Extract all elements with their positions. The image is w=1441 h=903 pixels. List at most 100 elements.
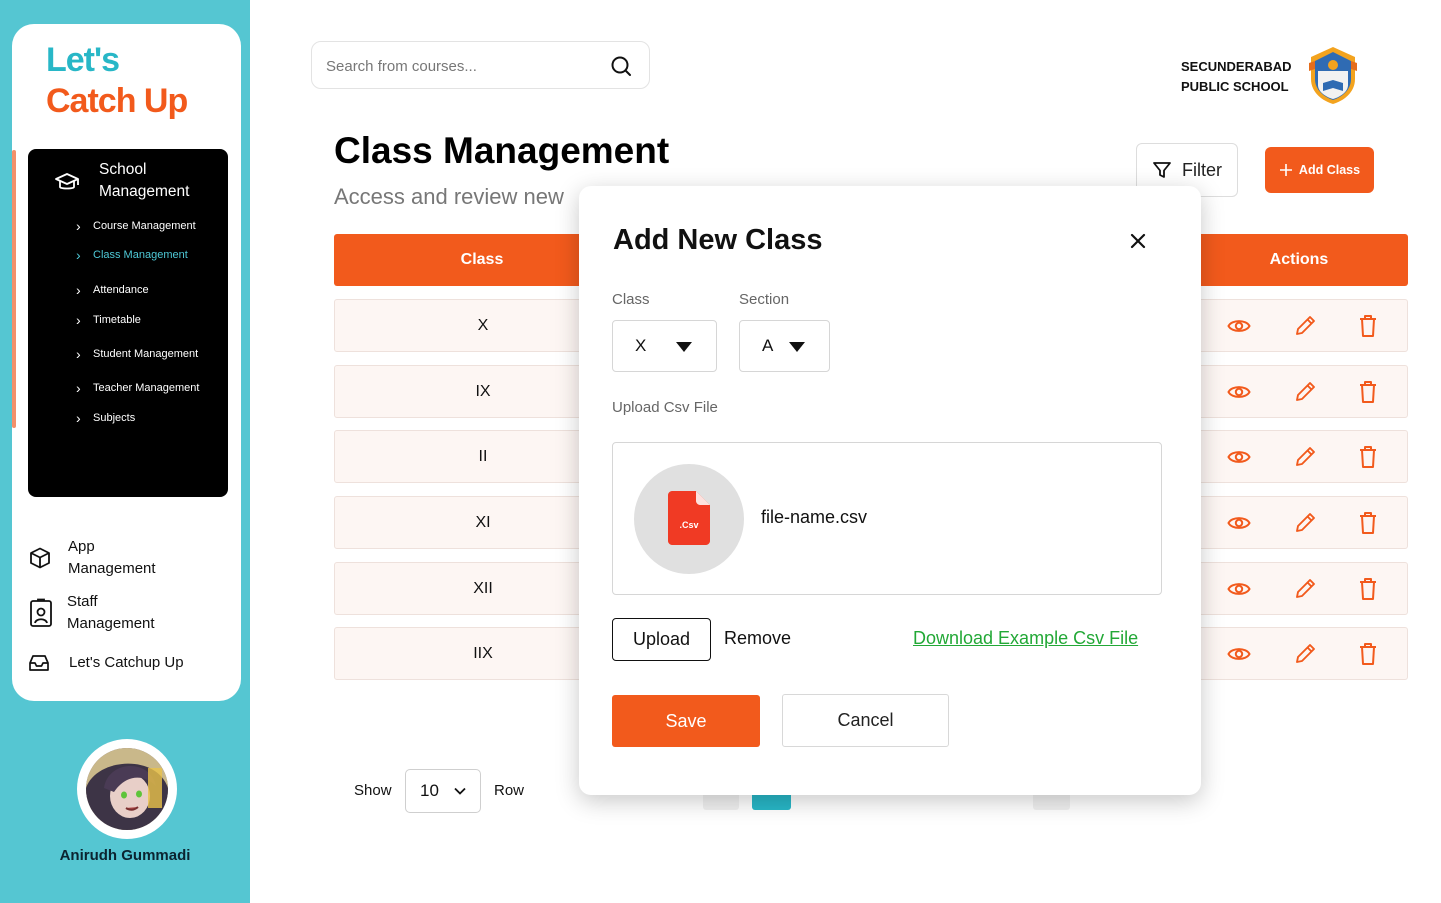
graduation-cap-icon [55, 173, 79, 190]
sidebar-item-teacher-management[interactable]: › Teacher Management [76, 379, 200, 396]
avatar-illustration [86, 748, 168, 830]
school-crest-logo [1309, 47, 1357, 104]
cube-icon [30, 547, 50, 569]
sidebar-item-subjects[interactable]: › Subjects [76, 409, 136, 426]
sidebar-item-label: Teacher Management [93, 382, 200, 394]
search-bar[interactable] [311, 41, 650, 89]
chevron-right-icon: › [76, 281, 81, 298]
row-actions [1227, 641, 1387, 667]
trash-icon[interactable] [1356, 379, 1382, 405]
upload-button[interactable]: Upload [612, 618, 711, 661]
sidebar-item-course-management[interactable]: › Course Management [76, 217, 196, 234]
add-class-button[interactable]: Add Class [1265, 147, 1374, 193]
sidebar-item-label: Course Management [93, 220, 196, 232]
row-actions [1227, 510, 1387, 536]
school-management-menu: School Management › Course Management › … [28, 149, 228, 497]
remove-button[interactable]: Remove [724, 628, 791, 649]
chevron-right-icon: › [76, 246, 81, 263]
app-logo[interactable]: Let's Catch Up [46, 40, 188, 122]
pencil-icon[interactable] [1293, 510, 1319, 536]
sidebar-item-label: App Management [68, 538, 156, 577]
cancel-button[interactable]: Cancel [782, 694, 949, 747]
sidebar-item-label: Attendance [93, 284, 149, 296]
row-actions [1227, 379, 1387, 405]
trash-icon[interactable] [1356, 444, 1382, 470]
avatar-image [86, 748, 168, 830]
logo-line-2: Catch Up [46, 82, 188, 120]
section-select-value: A [762, 336, 774, 355]
sidebar-item-label: Student Management [93, 348, 199, 360]
class-select-value: X [635, 336, 647, 355]
sidebar-item-label: Staff Management [67, 593, 155, 632]
pencil-icon[interactable] [1293, 313, 1319, 339]
page-title: Class Management [334, 130, 670, 171]
sidebar: Let's Catch Up School Management › Cours… [0, 0, 250, 903]
school-name-line-2: PUBLIC SCHOOL [1181, 79, 1289, 94]
chevron-right-icon: › [76, 345, 81, 362]
sidebar-item-label: Timetable [93, 314, 141, 326]
filter-icon [1153, 162, 1171, 178]
trash-icon[interactable] [1356, 313, 1382, 339]
school-name-line-1: SECUNDERABAD [1181, 59, 1292, 74]
pencil-icon[interactable] [1293, 641, 1319, 667]
eye-icon[interactable] [1227, 510, 1253, 536]
close-icon[interactable] [1127, 230, 1149, 252]
sidebar-item-label: Subjects [93, 412, 136, 424]
show-label: Show [354, 782, 392, 799]
pencil-icon[interactable] [1293, 444, 1319, 470]
search-icon[interactable] [610, 55, 632, 77]
row-actions [1227, 313, 1387, 339]
file-drop-area[interactable]: .Csv file-name.csv [612, 442, 1162, 595]
eye-icon[interactable] [1227, 313, 1253, 339]
user-name: Anirudh Gummadi [59, 847, 191, 864]
pencil-icon[interactable] [1293, 576, 1319, 602]
eye-icon[interactable] [1227, 641, 1253, 667]
class-field-label: Class [612, 291, 650, 308]
section-select[interactable]: A [739, 320, 830, 372]
row-actions [1227, 576, 1387, 602]
rows-per-page-select[interactable]: 10 [405, 769, 481, 813]
sidebar-item-class-management[interactable]: › Class Management [76, 246, 188, 263]
user-avatar[interactable] [77, 739, 177, 839]
sidebar-item-school-management[interactable]: School Management [28, 159, 228, 205]
sidebar-accent-bar [12, 150, 16, 428]
sidebar-item-attendance[interactable]: › Attendance [76, 281, 149, 298]
caret-down-icon [789, 342, 805, 352]
rows-per-page-value: 10 [420, 781, 439, 800]
column-header-actions: Actions [1190, 234, 1408, 286]
csv-badge: .Csv [679, 520, 698, 530]
eye-icon[interactable] [1227, 576, 1253, 602]
sidebar-item-label: Let's Catchup Up [69, 654, 184, 671]
download-example-link[interactable]: Download Example Csv File [913, 628, 1138, 649]
save-button[interactable]: Save [612, 695, 760, 747]
eye-icon[interactable] [1227, 379, 1253, 405]
add-class-label: Add Class [1298, 163, 1361, 177]
row-label: Row [494, 782, 525, 799]
chevron-right-icon: › [76, 379, 81, 396]
sidebar-item-app-management[interactable]: App Management [28, 536, 178, 580]
class-select[interactable]: X [612, 320, 717, 372]
trash-icon[interactable] [1356, 510, 1382, 536]
sidebar-item-label: School Management [99, 161, 190, 200]
search-input[interactable] [326, 54, 596, 78]
sidebar-item-student-management[interactable]: › Student Management [76, 345, 199, 362]
eye-icon[interactable] [1227, 444, 1253, 470]
chevron-right-icon: › [76, 409, 81, 426]
chevron-right-icon: › [76, 217, 81, 234]
plus-icon [1279, 164, 1292, 176]
section-field-label: Section [739, 291, 790, 308]
chevron-down-icon [454, 787, 466, 795]
trash-icon[interactable] [1356, 576, 1382, 602]
pencil-icon[interactable] [1293, 379, 1319, 405]
page-subtitle: Access and review new [334, 184, 564, 209]
app-root: Let's Catch Up School Management › Cours… [0, 0, 1441, 903]
school-name: SECUNDERABAD PUBLIC SCHOOL [1181, 57, 1292, 97]
sidebar-item-lets-catchup[interactable]: Let's Catchup Up [28, 652, 184, 674]
caret-down-icon [676, 342, 692, 352]
sidebar-item-timetable[interactable]: › Timetable [76, 313, 141, 327]
csv-file-icon: .Csv [668, 491, 710, 545]
logo-line-1: Let's [46, 41, 120, 79]
staff-badge-icon [30, 598, 52, 627]
sidebar-item-staff-management[interactable]: Staff Management [28, 591, 177, 635]
trash-icon[interactable] [1356, 641, 1382, 667]
